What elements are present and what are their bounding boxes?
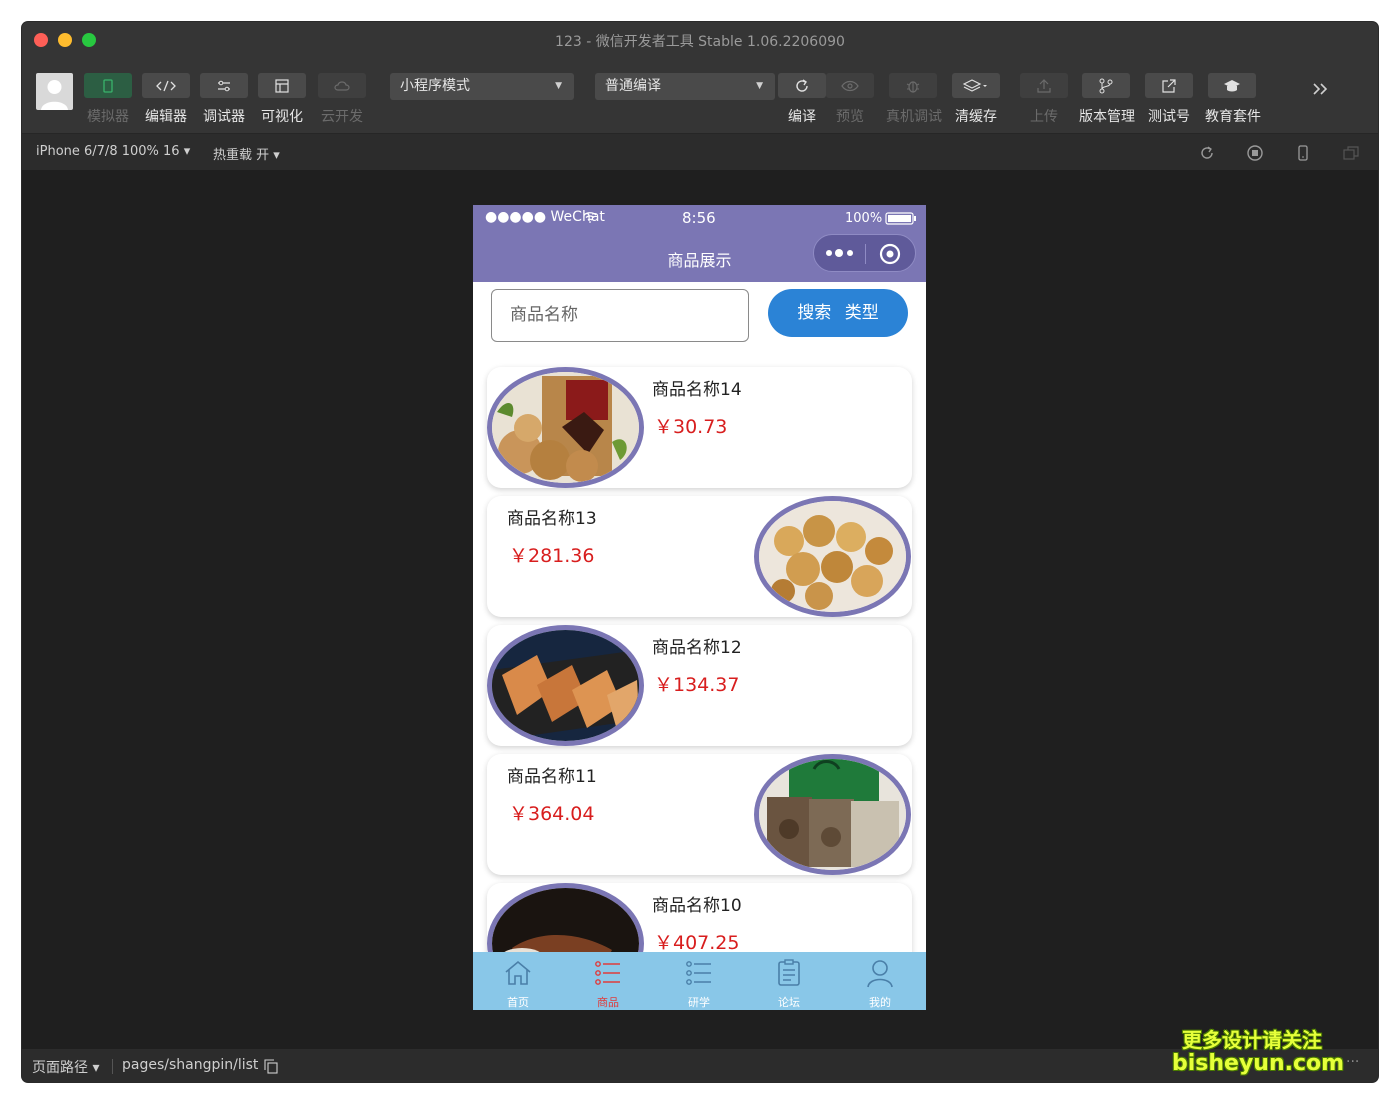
watermark: 更多设计请关注 bisheyun.com (1172, 1028, 1345, 1076)
title-toolbar: 123 - 微信开发者工具 Stable 1.06.2206090 模拟器 编辑… (22, 22, 1378, 133)
product-image[interactable] (487, 367, 644, 488)
list-icon (595, 961, 620, 985)
mini-program-capsule (813, 234, 916, 272)
cloud-icon (334, 80, 350, 91)
tab-home[interactable]: 首页 (473, 952, 563, 1010)
graduation-cap-icon (1224, 79, 1240, 91)
search-type-button[interactable]: 搜索 类型 (768, 289, 908, 337)
phone-simulator: ●●●●● WeChat 8:56 100% 商品展示 商品名称 搜索 类型 商… (473, 205, 926, 1010)
remote-debug-button[interactable]: 真机调试 (886, 73, 942, 131)
product-price: ￥30.73 (654, 416, 728, 438)
caret-down-icon: ▼ (756, 81, 763, 91)
device-icon[interactable] (1294, 144, 1312, 162)
window-title: 123 - 微信开发者工具 Stable 1.06.2206090 (555, 34, 845, 50)
tab-study[interactable]: 研学 (654, 952, 744, 1010)
product-price: ￥364.04 (509, 803, 595, 825)
copy-icon[interactable] (264, 1059, 278, 1074)
devtools-window: 123 - 微信开发者工具 Stable 1.06.2206090 模拟器 编辑… (22, 22, 1378, 1082)
product-image[interactable] (754, 496, 911, 617)
dried-fig-image (759, 501, 906, 612)
product-name: 商品名称10 (652, 896, 742, 916)
navigation-bar: ●●●●● WeChat 8:56 100% 商品展示 (473, 205, 926, 282)
product-price: ￥281.36 (509, 545, 595, 567)
record-icon[interactable] (1246, 144, 1264, 162)
upload-icon (1037, 78, 1051, 93)
product-name: 商品名称14 (652, 380, 742, 400)
eye-icon (841, 80, 859, 91)
mushroom-gift-bag-image (759, 759, 906, 870)
page-path: pages/shangpin/list (122, 1057, 259, 1073)
debugger-toggle[interactable]: 调试器 (197, 73, 251, 131)
product-image[interactable] (487, 625, 644, 746)
cloud-toggle[interactable]: 云开发 (315, 73, 369, 131)
product-price: ￥134.37 (654, 674, 740, 696)
simulator-toggle[interactable]: 模拟器 (81, 73, 135, 131)
simulator-subbar: iPhone 6/7/8 100% 16 ▾ 热重载 开 ▾ (22, 133, 1378, 170)
tab-mine[interactable]: 我的 (835, 952, 925, 1010)
edu-button[interactable]: 教育套件 (1205, 73, 1261, 131)
rotate-icon[interactable] (1198, 144, 1216, 162)
visual-toggle[interactable]: 可视化 (255, 73, 309, 131)
home-icon (505, 960, 531, 985)
tab-bar: 首页 商品 研学 论坛 我的 (473, 952, 926, 1010)
list-icon (686, 961, 711, 985)
status-time: 8:56 (682, 209, 716, 227)
layout-icon (275, 78, 289, 93)
clear-cache-button[interactable]: 清缓存 (949, 73, 1003, 131)
close-target-icon[interactable] (878, 242, 902, 266)
status-battery: 100% (845, 211, 883, 226)
tab-forum[interactable]: 论坛 (744, 952, 834, 1010)
more-dots-icon[interactable] (825, 247, 855, 259)
tab-products[interactable]: 商品 (563, 952, 653, 1010)
user-avatar[interactable] (36, 73, 73, 110)
device-select[interactable]: iPhone 6/7/8 100% 16 ▾ (36, 144, 190, 159)
product-price: ￥407.25 (654, 932, 740, 954)
more-options[interactable]: ··· (1346, 1054, 1359, 1070)
bug-icon (906, 80, 920, 93)
search-input[interactable]: 商品名称 (491, 289, 749, 342)
refresh-icon (796, 78, 808, 92)
product-image[interactable] (754, 754, 911, 875)
code-icon (156, 80, 176, 91)
branch-icon (1099, 78, 1113, 93)
mode-select[interactable]: 小程序模式 ▼ (390, 73, 574, 100)
page-path-select[interactable]: 页面路径 ▾ (32, 1057, 99, 1077)
external-link-icon (1162, 78, 1176, 93)
product-name: 商品名称12 (652, 638, 742, 658)
version-button[interactable]: 版本管理 (1079, 73, 1135, 131)
compile-mode-select[interactable]: 普通编译 ▼ (595, 73, 775, 100)
phone-icon (103, 78, 113, 93)
clipboard-icon (778, 959, 800, 986)
more-chevrons-icon[interactable] (1312, 82, 1330, 96)
product-name: 商品名称13 (507, 509, 597, 529)
hot-reload-select[interactable]: 热重载 开 ▾ (213, 144, 280, 163)
walnut-image (492, 372, 639, 483)
compile-button[interactable]: 编译 (775, 73, 829, 131)
battery-icon (885, 212, 916, 225)
fruit-cake-image (492, 630, 639, 741)
sliders-icon (218, 80, 230, 91)
editor-toggle[interactable]: 编辑器 (139, 73, 193, 131)
user-icon (41, 80, 68, 110)
detach-window-icon[interactable] (1342, 144, 1360, 162)
caret-down-icon: ▼ (555, 81, 562, 91)
preview-button[interactable]: 预览 (823, 73, 877, 131)
person-icon (867, 960, 893, 988)
test-account-button[interactable]: 测试号 (1142, 73, 1196, 131)
wifi-icon (583, 212, 597, 223)
layers-icon (963, 78, 987, 92)
upload-button[interactable]: 上传 (1017, 73, 1071, 131)
product-name: 商品名称11 (507, 767, 597, 787)
